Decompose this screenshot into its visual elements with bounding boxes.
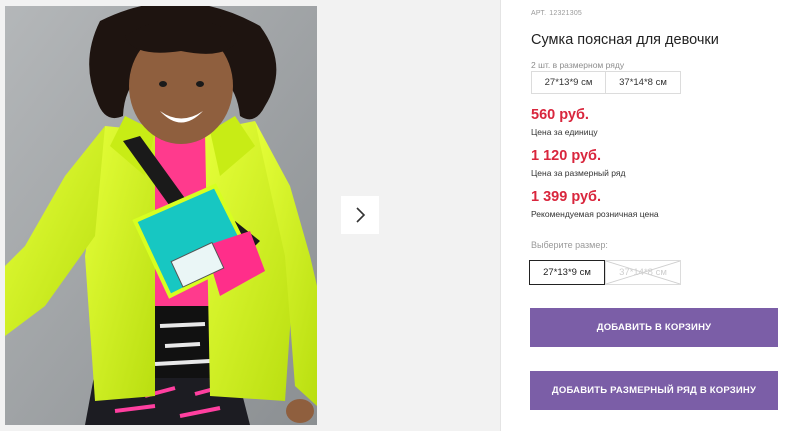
product-photo[interactable] <box>5 6 317 425</box>
chevron-right-icon <box>356 207 366 223</box>
product-title: Сумка поясная для девочки <box>531 32 719 48</box>
price-unit: 560 руб. Цена за единицу <box>531 107 598 137</box>
pack-label: 2 шт. в размерном ряду <box>531 60 625 70</box>
article-label: АРТ. <box>531 10 547 17</box>
price-value: 560 руб. <box>531 107 589 123</box>
pack-sizes: 27*13*9 см 37*14*8 см <box>531 71 681 94</box>
price-value: 1 399 руб. <box>531 189 602 205</box>
product-info: АРТ. 12321305 Сумка поясная для девочки 2… <box>529 0 781 431</box>
unavailable-strike-icon <box>606 261 680 284</box>
size-select-label: Выберите размер: <box>531 240 608 250</box>
size-options: 27*13*9 см 37*14*8 см <box>529 260 681 285</box>
add-pack-to-cart-button[interactable]: ДОБАВИТЬ РАЗМЕРНЫЙ РЯД В КОРЗИНУ <box>530 371 778 410</box>
product-gallery <box>0 0 500 431</box>
shirt-print <box>145 306 215 378</box>
gallery-next-button[interactable] <box>341 196 379 234</box>
pack-size-item: 27*13*9 см <box>531 71 606 94</box>
eye-left <box>159 81 167 87</box>
add-to-cart-button[interactable]: ДОБАВИТЬ В КОРЗИНУ <box>530 308 778 347</box>
eye-right <box>196 81 204 87</box>
price-pack: 1 120 руб. Цена за размерный ряд <box>531 148 625 178</box>
size-option-unavailable[interactable]: 37*14*8 см <box>605 260 681 285</box>
hand <box>286 399 314 423</box>
price-caption: Цена за размерный ряд <box>531 168 626 178</box>
article-value: 12321305 <box>549 10 583 17</box>
product-photo-illustration <box>5 6 317 425</box>
size-option-selected[interactable]: 27*13*9 см <box>529 260 605 285</box>
price-caption: Рекомендуемая розничная цена <box>531 209 659 219</box>
price-value: 1 120 руб. <box>531 148 602 164</box>
price-retail: 1 399 руб. Рекомендуемая розничная цена <box>531 189 659 219</box>
gallery-divider <box>500 0 501 431</box>
pack-size-item: 37*14*8 см <box>606 71 681 94</box>
article-number: АРТ. 12321305 <box>531 10 582 17</box>
price-caption: Цена за единицу <box>531 127 598 137</box>
